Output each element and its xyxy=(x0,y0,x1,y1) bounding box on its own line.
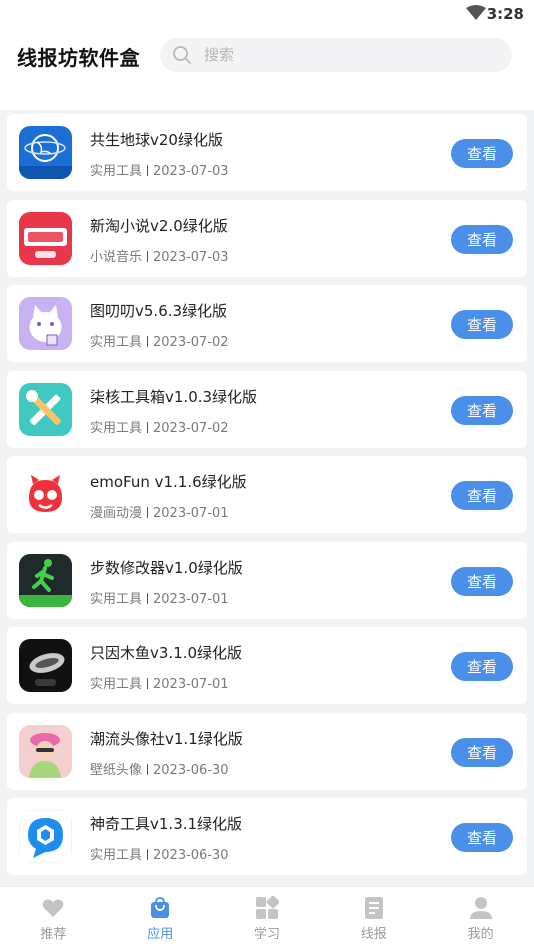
app-meta: 实用工具 2023-07-03 xyxy=(90,160,229,179)
novel-app-icon xyxy=(19,211,72,265)
wooden-fish-app-icon xyxy=(19,639,72,692)
app-card[interactable]: 只因木鱼v3.1.0绿化版 实用工具 2023-07-01 查看 xyxy=(7,627,527,704)
app-category: 实用工具 xyxy=(90,164,143,179)
app-card[interactable]: 共生地球v20绿化版 实用工具 2023-07-03 查看 xyxy=(7,114,527,191)
tab-news[interactable]: 线报 xyxy=(320,887,427,949)
tab-mine[interactable]: 我的 xyxy=(427,887,534,949)
toolbox-app-icon xyxy=(19,382,72,436)
view-button[interactable]: 查看 xyxy=(451,566,513,596)
app-meta: 实用工具 2023-07-02 xyxy=(90,417,229,436)
wifi-icon xyxy=(466,5,486,25)
app-date: 2023-07-01 xyxy=(153,506,229,521)
walker-app-icon xyxy=(19,553,72,607)
app-category: 漫画动漫 xyxy=(90,506,143,521)
app-category: 壁纸头像 xyxy=(90,762,143,778)
app-name: 柒核工具箱v1.0.3绿化版 xyxy=(90,387,258,406)
app-date: 2023-06-30 xyxy=(153,848,229,863)
app-card[interactable]: 柒核工具箱v1.0.3绿化版 实用工具 2023-07-02 查看 xyxy=(7,370,527,448)
bag-icon xyxy=(148,896,172,920)
app-card[interactable]: 神奇工具v1.3.1绿化版 实用工具 2023-06-30 查看 xyxy=(7,798,527,875)
view-button[interactable]: 查看 xyxy=(451,310,513,339)
status-bar: 3:28 xyxy=(0,0,534,28)
app-category: 实用工具 xyxy=(90,420,143,436)
tab-label: 推荐 xyxy=(40,927,67,942)
tab-apps[interactable]: 应用 xyxy=(107,887,214,949)
app-date: 2023-07-01 xyxy=(153,677,229,692)
person-icon xyxy=(469,896,493,920)
emofun-app-icon xyxy=(19,468,72,521)
page-title: 线报坊软件盒 xyxy=(17,46,140,70)
app-card[interactable]: emoFun v1.1.6绿化版 漫画动漫 2023-07-01 查看 xyxy=(7,456,527,533)
app-category: 实用工具 xyxy=(90,591,143,607)
app-meta: 实用工具 2023-07-01 xyxy=(90,588,229,607)
search-input[interactable] xyxy=(204,44,494,66)
app-meta: 实用工具 2023-07-02 xyxy=(90,331,229,350)
app-category: 实用工具 xyxy=(90,848,143,863)
app-date: 2023-07-01 xyxy=(153,591,229,607)
heart-icon xyxy=(41,896,65,920)
app-meta: 小说音乐 2023-07-03 xyxy=(90,246,229,265)
view-button[interactable]: 查看 xyxy=(451,139,513,168)
tab-learn[interactable]: 学习 xyxy=(214,887,321,949)
cat-app-icon xyxy=(19,297,72,350)
app-date: 2023-07-02 xyxy=(153,335,229,350)
view-button[interactable]: 查看 xyxy=(451,652,513,681)
tab-label: 应用 xyxy=(147,927,174,942)
app-category: 实用工具 xyxy=(90,677,143,692)
view-button[interactable]: 查看 xyxy=(451,823,513,852)
tab-label: 线报 xyxy=(360,927,387,942)
app-list: 共生地球v20绿化版 实用工具 2023-07-03 查看 新淘小说v2.0绿化版… xyxy=(7,114,527,884)
app-card[interactable]: 潮流头像社v1.1绿化版 壁纸头像 2023-06-30 查看 xyxy=(7,712,527,790)
app-name: 新淘小说v2.0绿化版 xyxy=(90,216,228,235)
app-name: 神奇工具v1.3.1绿化版 xyxy=(90,815,243,833)
app-date: 2023-07-03 xyxy=(153,249,229,265)
cube-app-icon xyxy=(19,810,72,863)
tab-label: 我的 xyxy=(467,927,494,942)
avatar-app-icon xyxy=(19,724,72,778)
tab-recommend[interactable]: 推荐 xyxy=(0,887,107,949)
app-date: 2023-06-30 xyxy=(153,762,229,778)
tab-label: 学习 xyxy=(253,927,280,942)
app-card[interactable]: 步数修改器v1.0绿化版 实用工具 2023-07-01 查看 xyxy=(7,541,527,619)
view-button[interactable]: 查看 xyxy=(451,224,513,254)
app-meta: 壁纸头像 2023-06-30 xyxy=(90,759,229,778)
document-icon xyxy=(362,896,386,920)
app-name: emoFun v1.1.6绿化版 xyxy=(90,473,247,491)
status-time: 3:28 xyxy=(486,5,524,23)
globe-app-icon xyxy=(19,126,72,179)
view-button[interactable]: 查看 xyxy=(451,737,513,767)
grid-icon xyxy=(255,895,280,920)
app-meta: 实用工具 2023-06-30 xyxy=(90,844,229,863)
app-date: 2023-07-02 xyxy=(153,420,229,436)
search-icon xyxy=(172,45,192,69)
app-name: 只因木鱼v3.1.0绿化版 xyxy=(90,644,243,662)
view-button[interactable]: 查看 xyxy=(451,481,513,510)
app-card[interactable]: 图叨叨v5.6.3绿化版 实用工具 2023-07-02 查看 xyxy=(7,285,527,362)
app-date: 2023-07-03 xyxy=(153,164,229,179)
app-meta: 漫画动漫 2023-07-01 xyxy=(90,502,229,521)
app-card[interactable]: 新淘小说v2.0绿化版 小说音乐 2023-07-03 查看 xyxy=(7,199,527,277)
bottom-tab-bar: 推荐 应用 学习 线报 我的 xyxy=(0,886,534,949)
app-name: 步数修改器v1.0绿化版 xyxy=(90,558,243,577)
app-header: 线报坊软件盒 xyxy=(0,28,534,110)
app-category: 实用工具 xyxy=(90,335,143,350)
app-name: 共生地球v20绿化版 xyxy=(90,131,223,149)
app-name: 潮流头像社v1.1绿化版 xyxy=(90,729,243,748)
app-name: 图叨叨v5.6.3绿化版 xyxy=(90,302,228,320)
app-meta: 实用工具 2023-07-01 xyxy=(90,673,229,692)
view-button[interactable]: 查看 xyxy=(451,395,513,425)
app-category: 小说音乐 xyxy=(90,249,143,265)
search-bar[interactable] xyxy=(160,38,512,72)
